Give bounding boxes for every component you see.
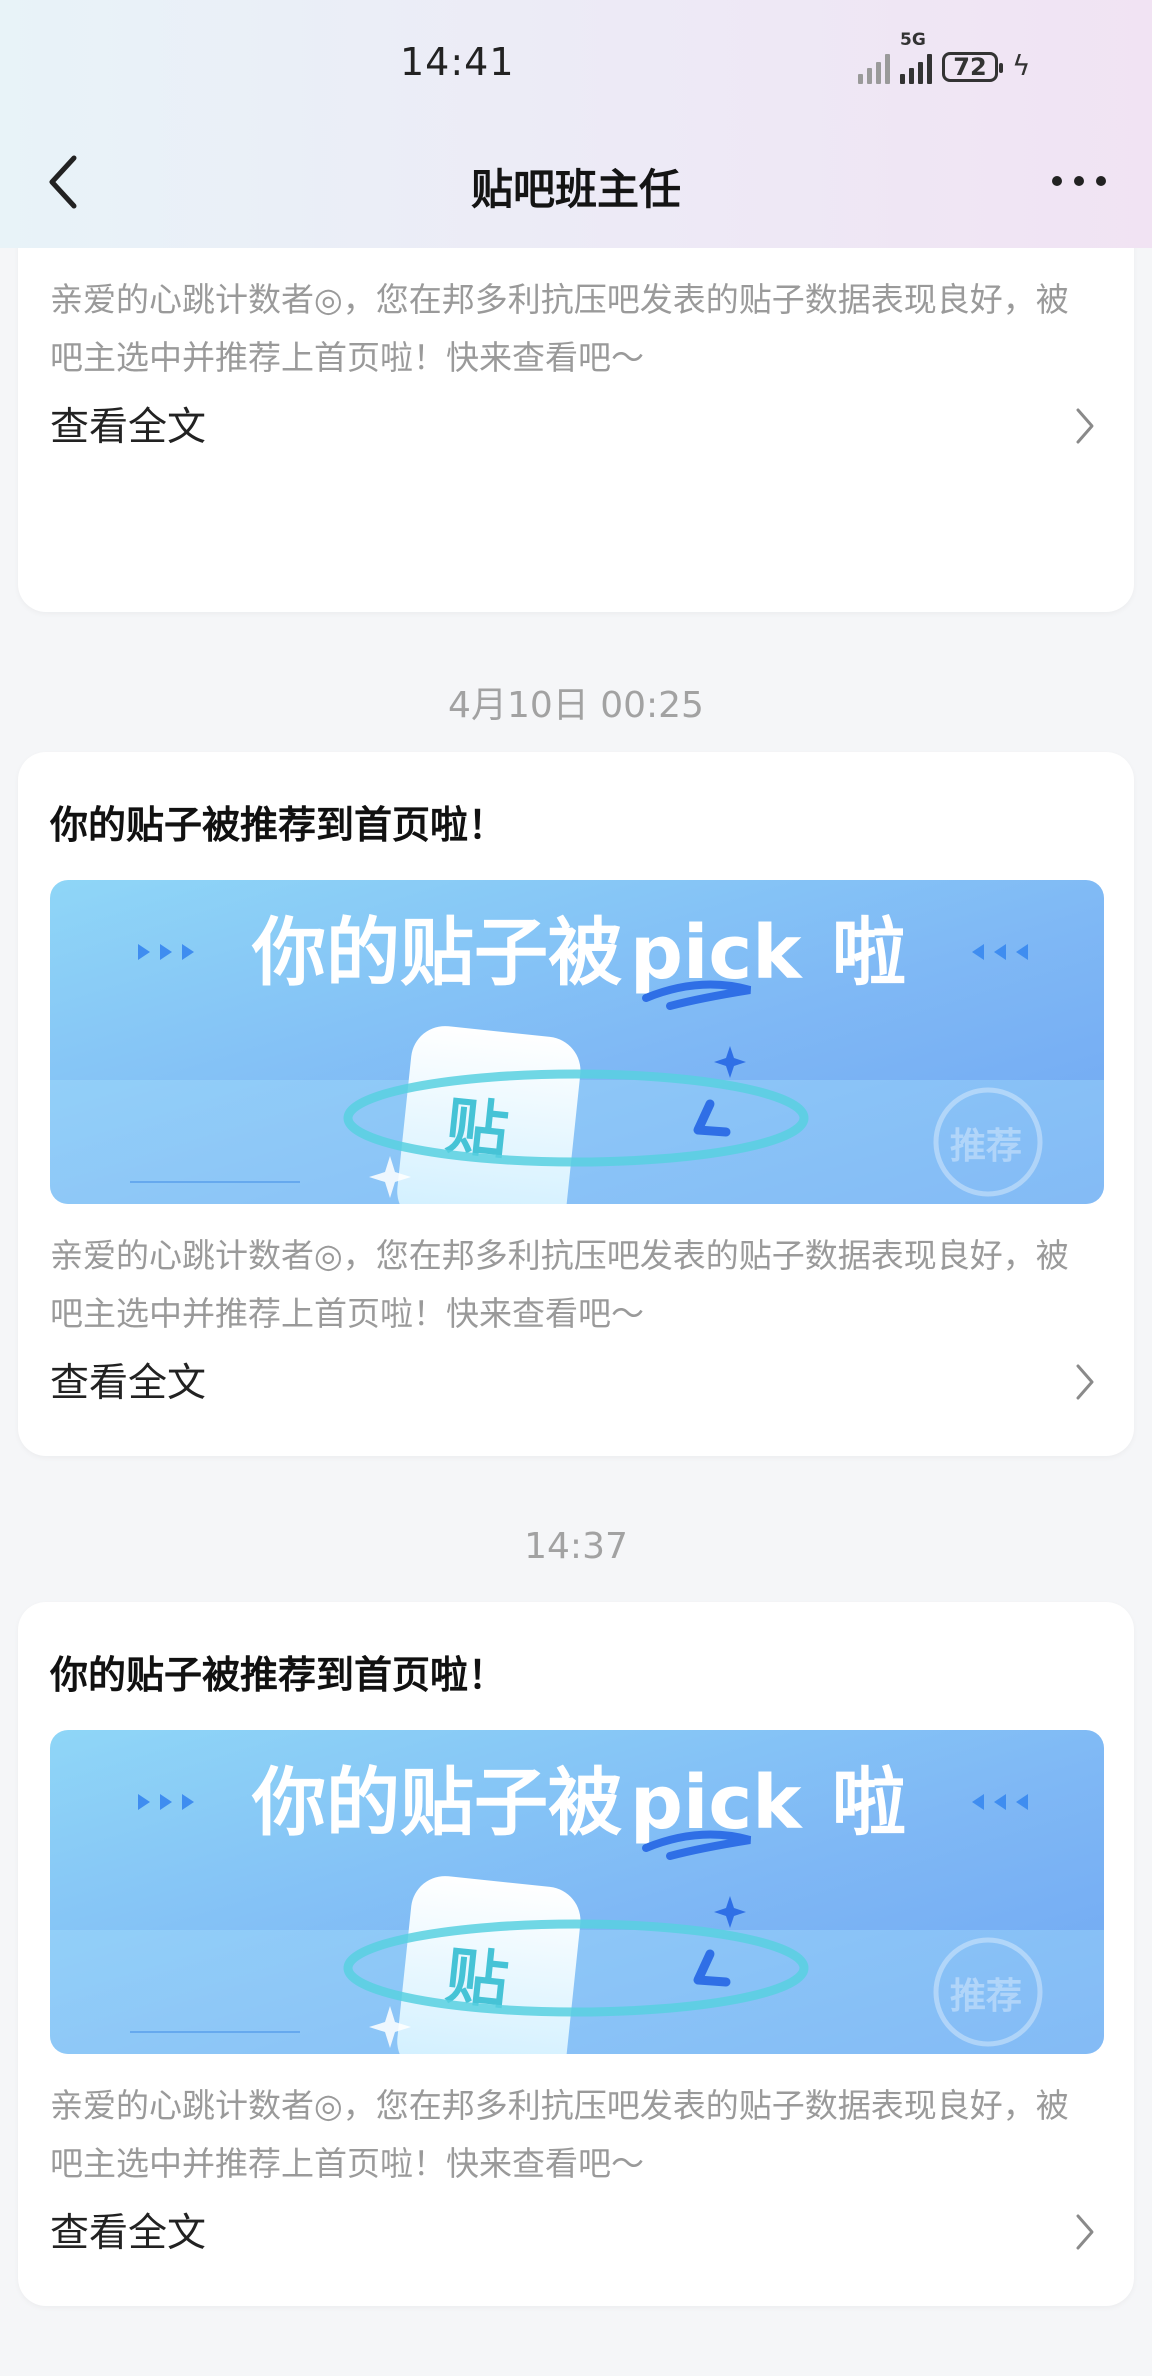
read-more-link[interactable]: 查看全文 [50, 1352, 206, 1408]
battery-level: 72 [953, 53, 987, 81]
svg-text:推荐: 推荐 [950, 1976, 1022, 2017]
message-description: 亲爱的心跳计数者◎，您在邦多利抗压吧发表的贴子数据表现良好，被吧主选中并推荐上首… [50, 1236, 1069, 1333]
status-icons: 5G 72 ϟ [858, 30, 1031, 84]
message-card[interactable]: 你的贴子被 pick 啦 贴 推荐 亲爱的心跳计数者◎，您在邦多利抗压吧发表的贴… [18, 248, 1134, 612]
svg-text:啦: 啦 [832, 1760, 906, 1846]
message-title: 你的贴子被推荐到首页啦！ [50, 803, 507, 847]
message-description: 亲爱的心跳计数者◎，您在邦多利抗压吧发表的贴子数据表现良好，被吧主选中并推荐上首… [50, 2086, 1069, 2183]
battery-icon: 72 [942, 52, 1003, 82]
message-card[interactable]: 你的贴子被推荐到首页啦！ 你的贴子被 pick 啦 贴 推荐 亲爱的心跳计数者◎… [18, 1602, 1134, 2306]
chevron-right-icon [1076, 1364, 1094, 1400]
svg-text:你的贴子被: 你的贴子被 [251, 1760, 622, 1846]
charging-icon: ϟ [1012, 49, 1031, 82]
page-title: 贴吧班主任 [470, 165, 681, 214]
more-options-icon[interactable] [1052, 176, 1112, 188]
banner-image: 你的贴子被 pick 啦 贴 推荐 [50, 880, 1104, 1204]
signal-sim1-icon [858, 48, 890, 84]
signal-5g-icon: 5G [900, 30, 932, 84]
message-timestamp: 4月10日 00:25 [448, 685, 704, 726]
message-list[interactable]: 你的贴子被 pick 啦 贴 推荐 亲爱的心跳计数者◎，您在邦多利抗压吧发表的贴… [0, 248, 1152, 2376]
svg-text:你的贴子被: 你的贴子被 [251, 910, 622, 996]
svg-text:推荐: 推荐 [950, 1126, 1022, 1167]
svg-text:啦: 啦 [832, 910, 906, 996]
read-more-link[interactable]: 查看全文 [50, 2202, 206, 2258]
chevron-right-icon [1076, 2214, 1094, 2250]
message-description: 亲爱的心跳计数者◎，您在邦多利抗压吧发表的贴子数据表现良好，被吧主选中并推荐上首… [50, 280, 1069, 377]
banner-image: 你的贴子被 pick 啦 贴 推荐 [50, 1730, 1104, 2054]
message-timestamp: 14:37 [524, 1526, 628, 1567]
status-time: 14:41 [400, 40, 515, 84]
read-more-link[interactable]: 查看全文 [50, 396, 206, 452]
header: 14:41 5G 72 ϟ 贴吧班主任 [0, 0, 1152, 248]
message-card[interactable]: 你的贴子被推荐到首页啦！ 你的贴子被 pick 啦 贴 推荐 亲爱的心跳计数者◎… [18, 752, 1134, 1456]
message-title: 你的贴子被推荐到首页啦！ [50, 1653, 507, 1697]
chevron-right-icon [1076, 408, 1094, 444]
